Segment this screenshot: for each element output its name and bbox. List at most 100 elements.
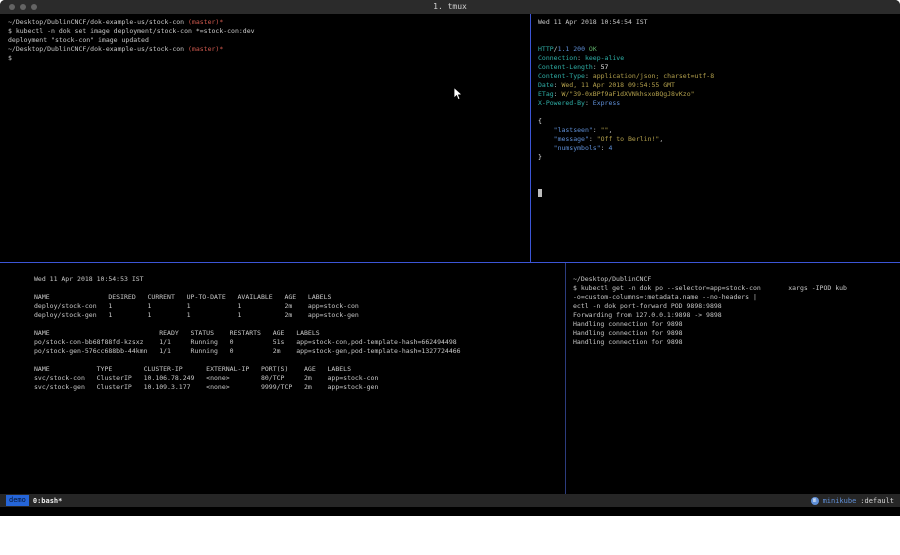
text-run: (master) — [188, 18, 219, 26]
kube-namespace: :default — [860, 497, 894, 505]
text-run: } — [538, 153, 542, 161]
text-run: "message" — [538, 135, 589, 143]
kube-context-name: minikube — [823, 497, 857, 505]
terminal-line: $ — [8, 54, 537, 63]
text-run: Wed 11 Apr 2018 10:54:53 IST — [34, 275, 144, 283]
terminal-line: Date: Wed, 11 Apr 2018 09:54:55 GMT — [538, 81, 900, 90]
zoom-button[interactable] — [31, 4, 37, 10]
text-run: HTTP — [538, 45, 554, 53]
terminal-line: Content-Length: 57 — [538, 63, 900, 72]
text-run: deploy/stock-gen 1 1 1 1 2m app=stock-ge… — [34, 311, 359, 319]
text-run: 1.1 — [558, 45, 570, 53]
terminal-line: Wed 11 Apr 2018 10:54:54 IST — [538, 18, 900, 27]
text-run: -o=custom-columns=:metadata.name --no-he… — [573, 293, 757, 301]
text-run: : — [585, 72, 593, 80]
text-run: * — [219, 18, 223, 26]
pane-port-forward[interactable]: ~/Desktop/DublinCNCF$ kubectl get -n dok… — [566, 263, 900, 494]
terminal-line: NAME READY STATUS RESTARTS AGE LABELS — [34, 329, 598, 338]
terminal-line — [34, 284, 598, 293]
session-name-badge: demo — [6, 495, 29, 506]
text-run: "Off to Berlin!" — [597, 135, 660, 143]
text-run: ~/Desktop/DublinCNCF — [573, 275, 651, 283]
terminal-line: deployment "stock-con" image updated — [8, 36, 537, 45]
text-run: X-Powered-By — [538, 99, 585, 107]
status-right: m minikube :default — [811, 497, 894, 505]
terminal-line — [34, 356, 598, 365]
text-run: Connection — [538, 54, 577, 62]
terminal-line: { — [538, 117, 900, 126]
terminal-line: Handling connection for 9898 — [573, 320, 900, 329]
terminal-line — [538, 36, 900, 45]
text-run: svc/stock-gen ClusterIP 10.109.3.177 <no… — [34, 383, 378, 391]
titlebar[interactable]: 1. tmux — [0, 0, 900, 14]
terminal-line — [538, 171, 900, 180]
text-run: $ kubectl -n dok set image deployment/st… — [8, 27, 255, 35]
terminal-line: "message": "Off to Berlin!", — [538, 135, 900, 144]
text-run: "lastseen" — [538, 126, 593, 134]
terminal-line: ~/Desktop/DublinCNCF/dok-example-us/stoc… — [8, 45, 537, 54]
text-run: svc/stock-con ClusterIP 10.106.78.249 <n… — [34, 374, 378, 382]
terminal-line: "lastseen": "", — [538, 126, 900, 135]
minimize-button[interactable] — [20, 4, 26, 10]
text-run: Express — [593, 99, 620, 107]
text-run: po/stock-gen-576cc688bb-44kmn 1/1 Runnin… — [34, 347, 461, 355]
terminal-line: NAME DESIRED CURRENT UP-TO-DATE AVAILABL… — [34, 293, 598, 302]
text-run: ectl -n dok port-forward POD 9898:9898 — [573, 302, 722, 310]
text-run: W/"39-0xBPf9aF1dXVNkhsxoBQgJ8vKzo" — [561, 90, 694, 98]
terminal-line — [538, 162, 900, 171]
window-controls — [9, 4, 37, 10]
status-left: demo 0:bash* — [6, 495, 62, 506]
window-title: 1. tmux — [433, 2, 467, 11]
pane-kubectl-watch[interactable]: Wed 11 Apr 2018 10:54:53 IST NAME DESIRE… — [0, 263, 598, 494]
terminal-line: ectl -n dok port-forward POD 9898:9898 — [573, 302, 900, 311]
terminal-line: $ kubectl get -n dok po --selector=app=s… — [573, 284, 900, 293]
text-run: Handling connection for 9898 — [573, 320, 683, 328]
text-run: $ kubectl get -n dok po --selector=app=s… — [573, 284, 847, 292]
text-run: po/stock-con-bb68f88fd-kzsxz 1/1 Running… — [34, 338, 457, 346]
terminal-line: ~/Desktop/DublinCNCF — [573, 275, 900, 284]
text-run: OK — [589, 45, 597, 53]
close-button[interactable] — [9, 4, 15, 10]
terminal-line: X-Powered-By: Express — [538, 99, 900, 108]
text-run: , — [608, 126, 612, 134]
terminal-line: -o=custom-columns=:metadata.name --no-he… — [573, 293, 900, 302]
text-run: Wed, 11 Apr 2018 09:54:55 GMT — [561, 81, 675, 89]
text-run: , — [659, 135, 663, 143]
terminal-window: 1. tmux ~/Desktop/DublinCNCF/dok-example… — [0, 0, 900, 516]
text-run: : — [589, 135, 597, 143]
terminal-line: Forwarding from 127.0.0.1:9898 -> 9898 — [573, 311, 900, 320]
tmux-pane-grid: ~/Desktop/DublinCNCF/dok-example-us/stoc… — [0, 14, 900, 494]
terminal-line: Handling connection for 9898 — [573, 329, 900, 338]
text-run: application/json; charset=utf-8 — [593, 72, 714, 80]
text-run: $ — [8, 54, 12, 62]
text-run: : — [593, 126, 601, 134]
terminal-line: svc/stock-gen ClusterIP 10.109.3.177 <no… — [34, 383, 598, 392]
text-run: Forwarding from 127.0.0.1:9898 -> 9898 — [573, 311, 722, 319]
terminal-line: ~/Desktop/DublinCNCF/dok-example-us/stoc… — [8, 18, 537, 27]
text-run: 200 — [573, 45, 585, 53]
pane-http-response[interactable]: Wed 11 Apr 2018 10:54:54 IST HTTP/1.1 20… — [531, 14, 900, 266]
text-run: : — [593, 63, 601, 71]
terminal-line: HTTP/1.1 200 OK — [538, 45, 900, 54]
kubernetes-context-icon: m — [811, 497, 819, 505]
text-run: * — [219, 45, 223, 53]
desktop: 1. tmux ~/Desktop/DublinCNCF/dok-example… — [0, 0, 900, 555]
text-run: Content-Type — [538, 72, 585, 80]
terminal-line — [538, 108, 900, 117]
text-run: Wed 11 Apr 2018 10:54:54 IST — [538, 18, 648, 26]
text-run: Handling connection for 9898 — [573, 338, 683, 346]
terminal-line — [34, 320, 598, 329]
tmux-status-bar: demo 0:bash* m minikube :default — [0, 494, 900, 507]
window-tab-bash[interactable]: 0:bash* — [33, 497, 63, 505]
pane-shell-kubectl-set-image[interactable]: ~/Desktop/DublinCNCF/dok-example-us/stoc… — [0, 14, 537, 266]
text-run: NAME TYPE CLUSTER-IP EXTERNAL-IP PORT(S)… — [34, 365, 351, 373]
terminal-line: Content-Type: application/json; charset=… — [538, 72, 900, 81]
terminal-line — [538, 180, 900, 189]
terminal-line — [538, 189, 900, 198]
text-run: NAME DESIRED CURRENT UP-TO-DATE AVAILABL… — [34, 293, 331, 301]
text-run: { — [538, 117, 542, 125]
terminal-line: } — [538, 153, 900, 162]
terminal-line: deploy/stock-gen 1 1 1 1 2m app=stock-ge… — [34, 311, 598, 320]
text-run: (master) — [188, 45, 219, 53]
text-run: Date — [538, 81, 554, 89]
